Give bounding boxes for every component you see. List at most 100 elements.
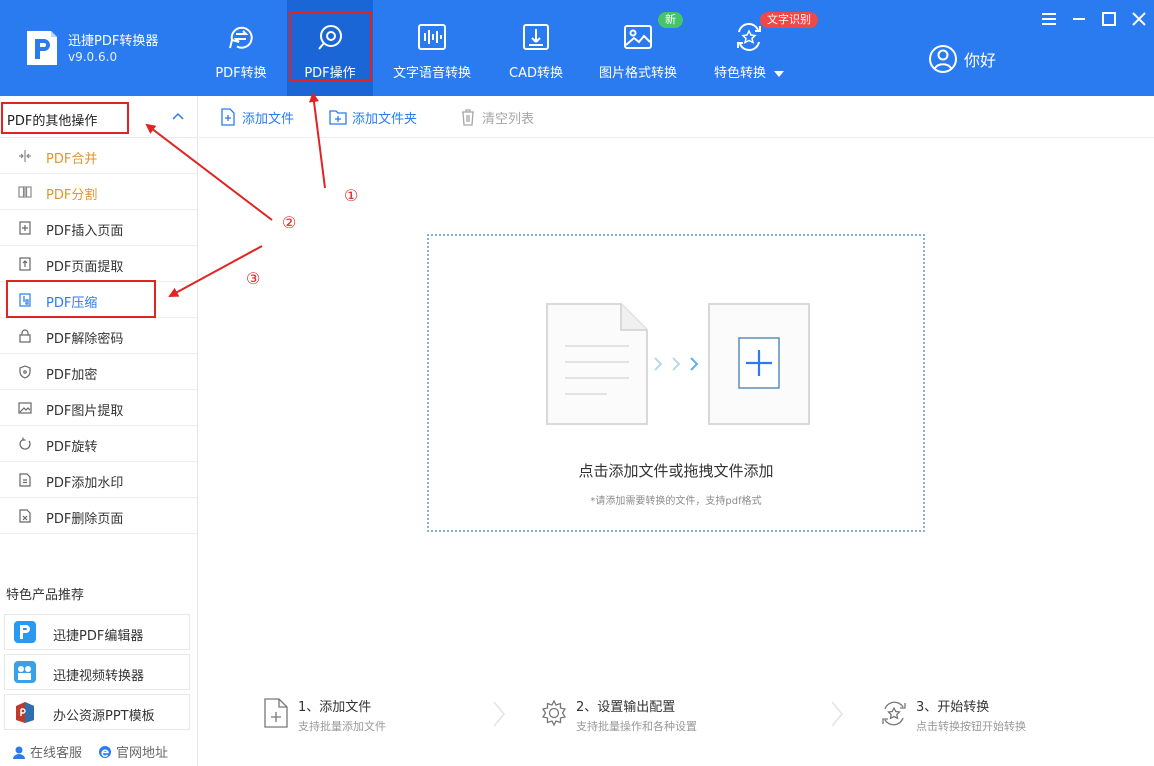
sidebar-item-label: PDF加密 bbox=[46, 368, 98, 383]
sidebar-item-pdf-insert-page[interactable]: PDF插入页面 bbox=[0, 210, 197, 246]
official-website-link[interactable]: 官网地址 bbox=[98, 742, 168, 761]
convert-cycle-icon bbox=[229, 26, 253, 49]
customer-service-icon bbox=[13, 746, 25, 759]
featured-ppt-templates[interactable]: 办公资源PPT模板 bbox=[4, 694, 190, 730]
add-file-button[interactable]: 添加文件 bbox=[219, 96, 294, 138]
featured-products-title: 特色产品推荐 bbox=[6, 588, 85, 603]
user-avatar-icon bbox=[929, 45, 957, 73]
add-folder-icon bbox=[329, 110, 347, 125]
sidebar-item-label: PDF旋转 bbox=[46, 440, 98, 455]
sidebar-item-label: PDF解除密码 bbox=[46, 332, 124, 347]
add-document-illustration bbox=[546, 303, 810, 425]
pdf-operation-icon bbox=[318, 25, 342, 50]
chevron-right-icon bbox=[493, 701, 505, 727]
gear-icon bbox=[541, 699, 567, 727]
featured-label: 办公资源PPT模板 bbox=[53, 709, 155, 724]
sidebar-menu: PDF合并 PDF分割 PDF插入页面 PDF页面提取 PDF压缩 PDF解除密… bbox=[0, 138, 197, 534]
sidebar-item-pdf-rotate[interactable]: PDF旋转 bbox=[0, 426, 197, 462]
sidebar: PDF的其他操作 PDF合并 PDF分割 PDF插入页面 PDF页面提取 PDF… bbox=[0, 96, 198, 766]
annotation-number-2: ② bbox=[282, 213, 297, 232]
add-folder-button[interactable]: 添加文件夹 bbox=[329, 96, 417, 138]
annotation-number-1: ① bbox=[344, 186, 359, 205]
sidebar-item-pdf-page-extract[interactable]: PDF页面提取 bbox=[0, 246, 197, 282]
sidebar-footer: 在线客服 官网地址 bbox=[12, 742, 184, 761]
convert-star-icon bbox=[882, 701, 906, 726]
sidebar-item-label: PDF插入页面 bbox=[46, 224, 124, 239]
nav-tab-label: CAD转换 bbox=[509, 66, 563, 81]
nav-tab-label: PDF操作 bbox=[304, 66, 356, 81]
nav-tab-pdf-convert[interactable]: PDF转换 bbox=[208, 0, 274, 96]
ocr-badge: 文字识别 bbox=[760, 12, 818, 28]
new-badge: 新 bbox=[658, 12, 683, 28]
nav-tab-pdf-operation[interactable]: PDF操作 bbox=[287, 0, 373, 96]
file-drop-zone[interactable]: 点击添加文件或拖拽文件添加 *请添加需要转换的文件，支持pdf格式 bbox=[427, 234, 925, 532]
user-greeting: 你好 bbox=[964, 51, 997, 70]
unlock-icon bbox=[19, 329, 31, 343]
dropzone-subtitle: *请添加需要转换的文件，支持pdf格式 bbox=[590, 496, 762, 507]
app-window: 迅捷PDF转换器 v9.0.6.0 PDF转换 PDF操作 文字语音转换 CAD… bbox=[0, 0, 1154, 766]
nav-tab-label: PDF转换 bbox=[215, 66, 267, 81]
delete-page-icon bbox=[19, 509, 31, 523]
sidebar-item-pdf-remove-password[interactable]: PDF解除密码 bbox=[0, 318, 197, 354]
page-extract-icon bbox=[19, 257, 31, 271]
sidebar-item-pdf-merge[interactable]: PDF合并 bbox=[0, 138, 197, 174]
app-name: 迅捷PDF转换器 bbox=[68, 34, 159, 49]
step-title: 3、开始转换 bbox=[916, 700, 990, 715]
menu-icon[interactable] bbox=[1040, 10, 1058, 28]
step-description: 点击转换按钮开始转换 bbox=[916, 720, 1026, 733]
file-toolbar: 添加文件 添加文件夹 清空列表 bbox=[199, 96, 1154, 138]
sidebar-item-label: PDF压缩 bbox=[46, 296, 98, 311]
sidebar-item-label: PDF页面提取 bbox=[46, 260, 124, 275]
chevron-up-icon[interactable] bbox=[172, 112, 184, 120]
dropzone-title: 点击添加文件或拖拽文件添加 bbox=[578, 462, 774, 480]
maximize-icon[interactable] bbox=[1100, 10, 1118, 28]
sidebar-item-label: PDF分割 bbox=[46, 188, 98, 203]
video-converter-logo-icon bbox=[14, 661, 36, 683]
sidebar-item-pdf-image-extract[interactable]: PDF图片提取 bbox=[0, 390, 197, 426]
add-file-icon bbox=[221, 108, 235, 126]
sidebar-item-pdf-compress[interactable]: PDF压缩 bbox=[0, 282, 197, 318]
clear-list-button[interactable]: 清空列表 bbox=[459, 96, 534, 138]
close-icon[interactable] bbox=[1130, 10, 1148, 28]
merge-icon bbox=[19, 150, 31, 162]
user-account[interactable]: 你好 bbox=[928, 44, 996, 74]
featured-pdf-editor[interactable]: 迅捷PDF编辑器 bbox=[4, 614, 190, 650]
featured-video-converter[interactable]: 迅捷视频转换器 bbox=[4, 654, 190, 690]
official-website-label: 官网地址 bbox=[116, 746, 169, 761]
sidebar-item-pdf-delete-page[interactable]: PDF删除页面 bbox=[0, 498, 197, 534]
sidebar-item-label: PDF图片提取 bbox=[46, 404, 124, 419]
step-description: 支持批量添加文件 bbox=[298, 720, 386, 733]
chevron-right-icon bbox=[831, 701, 843, 727]
online-service-link[interactable]: 在线客服 bbox=[12, 742, 82, 761]
nav-tab-text-speech[interactable]: 文字语音转换 bbox=[388, 0, 476, 96]
sidebar-item-pdf-watermark[interactable]: PDF添加水印 bbox=[0, 462, 197, 498]
clear-list-label: 清空列表 bbox=[482, 111, 535, 127]
pdf-editor-logo-icon bbox=[14, 621, 36, 643]
watermark-icon bbox=[19, 473, 31, 487]
ppt-template-logo-icon bbox=[16, 702, 34, 723]
rotate-icon bbox=[19, 437, 31, 450]
nav-tab-label: 特色转换 bbox=[713, 66, 766, 81]
chevron-down-icon bbox=[774, 70, 784, 77]
sidebar-item-label: PDF删除页面 bbox=[46, 512, 124, 527]
featured-label: 迅捷视频转换器 bbox=[53, 669, 145, 684]
nav-tab-cad[interactable]: CAD转换 bbox=[503, 0, 569, 96]
sidebar-item-pdf-split[interactable]: PDF分割 bbox=[0, 174, 197, 210]
nav-tab-label: 文字语音转换 bbox=[392, 66, 471, 81]
step-description: 支持批量操作和各种设置 bbox=[576, 720, 697, 733]
split-icon bbox=[18, 186, 32, 198]
sidebar-group-header[interactable]: PDF的其他操作 bbox=[0, 96, 197, 138]
sidebar-item-label: PDF添加水印 bbox=[46, 476, 124, 491]
nav-tab-label: 图片格式转换 bbox=[598, 66, 677, 81]
add-folder-label: 添加文件夹 bbox=[352, 111, 418, 127]
image-extract-icon bbox=[18, 402, 32, 414]
online-service-label: 在线客服 bbox=[30, 746, 83, 761]
sidebar-item-pdf-encrypt[interactable]: PDF加密 bbox=[0, 354, 197, 390]
step-title: 2、设置输出配置 bbox=[576, 700, 676, 715]
annotation-number-3: ③ bbox=[246, 269, 261, 288]
feature-icon bbox=[737, 22, 761, 52]
shield-icon bbox=[19, 365, 31, 379]
minimize-icon[interactable] bbox=[1070, 10, 1088, 28]
header-bar: 迅捷PDF转换器 v9.0.6.0 PDF转换 PDF操作 文字语音转换 CAD… bbox=[0, 0, 1154, 96]
app-logo-icon bbox=[27, 31, 57, 65]
